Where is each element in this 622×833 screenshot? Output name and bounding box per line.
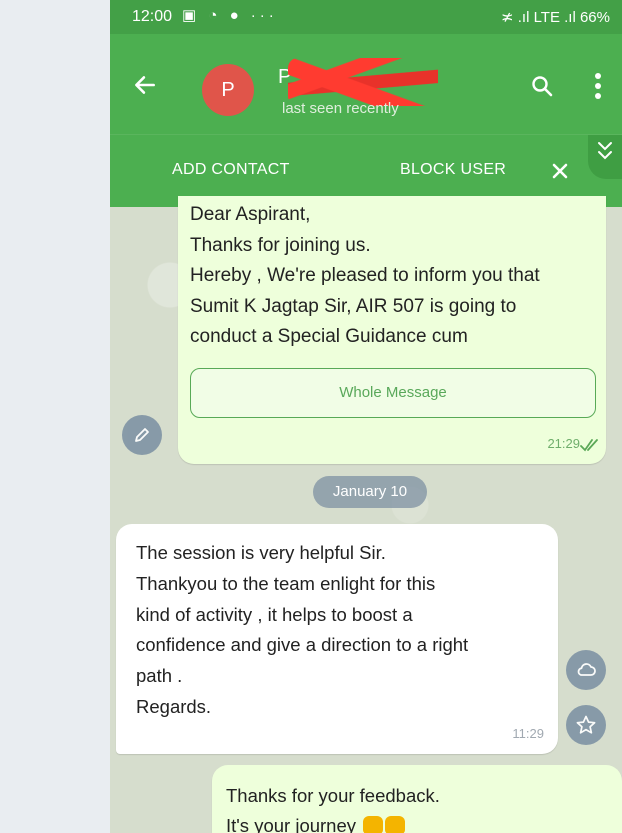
message-line-with-emoji: It's your journey <box>226 811 440 833</box>
pencil-icon <box>135 428 149 442</box>
chat-header: P P last seen recently <box>110 34 622 134</box>
phone-screen: 12:00 ▣ ◔ ● ··· ≭ .ıl LTE .ıl 66% P P la… <box>110 0 622 833</box>
message-line: Dear Aspirant, <box>190 204 311 225</box>
outer-background <box>0 0 110 833</box>
message-text: The session is very helpful Sir. Thankyo… <box>136 538 468 723</box>
message-text: Dear Aspirant, Thanks for joining us. He… <box>190 200 540 353</box>
date-separator: January 10 <box>313 476 427 508</box>
message-bubble-outgoing[interactable]: Thanks for your feedback. It's your jour… <box>212 765 622 833</box>
message-line: Regards. <box>136 695 212 717</box>
message-line: kind of activity , it helps to boost a <box>136 603 413 625</box>
message-line: The session is very helpful Sir. <box>136 542 386 563</box>
message-bubble-incoming[interactable]: The session is very helpful Sir. Thankyo… <box>116 524 558 754</box>
message-line: Sumit K Jagtap Sir, AIR 507 is going to <box>190 295 517 317</box>
message-line: Thanks for joining us. <box>190 234 371 256</box>
last-seen-status: last seen recently <box>282 100 399 117</box>
star-message-button[interactable] <box>566 705 606 745</box>
redaction-scribble <box>288 58 438 106</box>
message-line: path . <box>136 665 183 687</box>
status-notification-icons: ▣ ◔ ● ··· <box>182 7 278 24</box>
chevron-double-down-icon[interactable] <box>596 139 614 165</box>
message-line: Thanks for your feedback. <box>226 785 440 806</box>
message-line: confidence and give a direction to a rig… <box>136 634 469 656</box>
block-user-button[interactable]: BLOCK USER <box>400 161 506 179</box>
add-contact-button[interactable]: ADD CONTACT <box>172 161 290 179</box>
message-time: 21:29 <box>547 436 580 451</box>
message-line: It's your journey <box>226 815 357 833</box>
more-vertical-icon[interactable] <box>594 72 602 100</box>
cloud-icon <box>577 663 596 676</box>
thumbs-up-emoji-icon <box>363 816 384 833</box>
message-text: Thanks for your feedback. It's your jour… <box>226 781 440 833</box>
star-icon <box>576 715 596 734</box>
message-line: Hereby , We're pleased to inform you tha… <box>190 265 540 286</box>
thumbs-up-emoji-icon <box>385 816 406 833</box>
status-system-indicators: ≭ .ıl LTE .ıl 66% <box>501 9 610 26</box>
status-bar: 12:00 ▣ ◔ ● ··· ≭ .ıl LTE .ıl 66% <box>110 0 622 34</box>
back-arrow-icon[interactable] <box>132 72 158 98</box>
save-to-cloud-button[interactable] <box>566 650 606 690</box>
message-bubble-outgoing[interactable]: Dear Aspirant, Thanks for joining us. He… <box>178 196 606 464</box>
message-line: Thankyou to the team enlight for this <box>136 572 436 594</box>
message-time: 11:29 <box>512 726 544 741</box>
message-line: conduct a Special Guidance cum <box>190 326 468 347</box>
status-time: 12:00 <box>132 8 173 25</box>
whole-message-button[interactable]: Whole Message <box>190 368 596 418</box>
avatar[interactable]: P <box>202 64 254 116</box>
search-icon[interactable] <box>530 74 554 98</box>
edit-button[interactable] <box>122 415 162 455</box>
double-check-icon <box>580 439 598 452</box>
close-icon[interactable] <box>550 161 570 181</box>
